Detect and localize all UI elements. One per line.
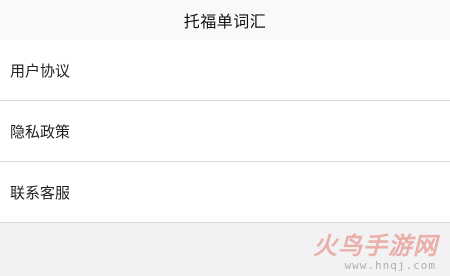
watermark-brand: 火鸟手游网 xyxy=(313,232,438,260)
menu-item-privacy-policy[interactable]: 隐私政策 xyxy=(0,101,450,162)
watermark-url: www.hnqj.com xyxy=(344,259,436,272)
menu-item-label: 隐私政策 xyxy=(10,122,71,141)
menu-item-contact-support[interactable]: 联系客服 xyxy=(0,162,450,223)
settings-menu-list: 用户协议 隐私政策 联系客服 xyxy=(0,40,450,223)
menu-item-label: 联系客服 xyxy=(10,183,71,202)
page-title: 托福单词汇 xyxy=(183,12,267,31)
menu-item-user-agreement[interactable]: 用户协议 xyxy=(0,40,450,101)
menu-item-label: 用户协议 xyxy=(10,61,71,80)
watermark: 火鸟手游网 www.hnqj.com xyxy=(282,226,442,272)
nav-bar: 托福单词汇 xyxy=(0,0,450,40)
